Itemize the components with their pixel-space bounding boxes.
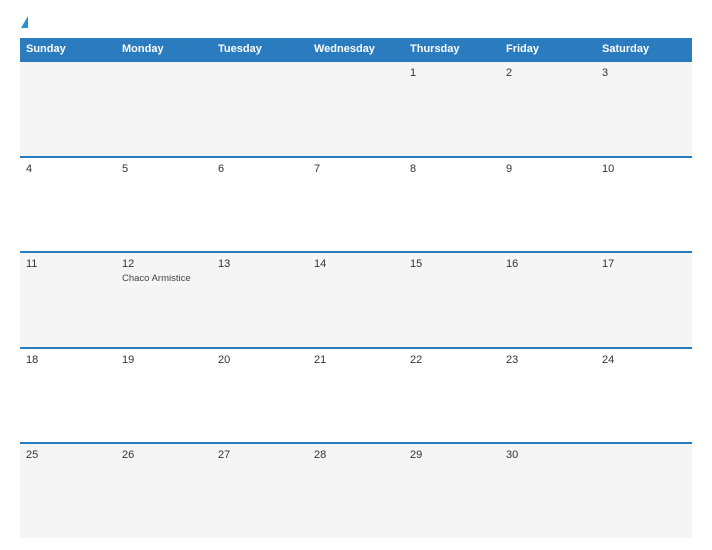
calendar-day: 30 bbox=[500, 444, 596, 538]
day-number: 20 bbox=[218, 354, 302, 366]
day-number: 13 bbox=[218, 258, 302, 270]
calendar-day: 17 bbox=[596, 253, 692, 347]
day-number: 7 bbox=[314, 163, 398, 175]
day-number: 8 bbox=[410, 163, 494, 175]
day-number: 15 bbox=[410, 258, 494, 270]
day-number: 29 bbox=[410, 449, 494, 461]
calendar-day: 7 bbox=[308, 158, 404, 252]
day-number: 2 bbox=[506, 67, 590, 79]
day-number: 14 bbox=[314, 258, 398, 270]
calendar-day: 19 bbox=[116, 349, 212, 443]
cal-header-wednesday: Wednesday bbox=[308, 38, 404, 60]
calendar-day: 2 bbox=[500, 62, 596, 156]
cal-header-tuesday: Tuesday bbox=[212, 38, 308, 60]
calendar-week-3: 11 12 Chaco Armistice 13 14 15 16 17 bbox=[20, 251, 692, 347]
calendar-day bbox=[116, 62, 212, 156]
cal-header-sunday: Sunday bbox=[20, 38, 116, 60]
calendar-day bbox=[308, 62, 404, 156]
calendar-week-4: 18 19 20 21 22 23 24 bbox=[20, 347, 692, 443]
day-number: 11 bbox=[26, 258, 110, 270]
day-number: 18 bbox=[26, 354, 110, 366]
calendar-day: 13 bbox=[212, 253, 308, 347]
calendar-day: 1 bbox=[404, 62, 500, 156]
day-number: 1 bbox=[410, 67, 494, 79]
calendar-day bbox=[212, 62, 308, 156]
day-number: 26 bbox=[122, 449, 206, 461]
calendar-day: 15 bbox=[404, 253, 500, 347]
calendar-day: 8 bbox=[404, 158, 500, 252]
day-number: 6 bbox=[218, 163, 302, 175]
calendar-day: 27 bbox=[212, 444, 308, 538]
calendar-day: 16 bbox=[500, 253, 596, 347]
day-number: 19 bbox=[122, 354, 206, 366]
calendar-day: 21 bbox=[308, 349, 404, 443]
day-number: 30 bbox=[506, 449, 590, 461]
calendar-day: 29 bbox=[404, 444, 500, 538]
header bbox=[20, 18, 692, 28]
day-number: 16 bbox=[506, 258, 590, 270]
day-number: 21 bbox=[314, 354, 398, 366]
calendar-header-row: SundayMondayTuesdayWednesdayThursdayFrid… bbox=[20, 38, 692, 60]
day-number: 17 bbox=[602, 258, 686, 270]
day-number: 24 bbox=[602, 354, 686, 366]
calendar-day: 22 bbox=[404, 349, 500, 443]
logo bbox=[20, 18, 28, 28]
day-number: 10 bbox=[602, 163, 686, 175]
calendar-day bbox=[20, 62, 116, 156]
calendar-week-2: 456789 10 bbox=[20, 156, 692, 252]
day-number: 12 bbox=[122, 258, 206, 270]
calendar-day: 25 bbox=[20, 444, 116, 538]
calendar-day: 23 bbox=[500, 349, 596, 443]
calendar-day: 6 bbox=[212, 158, 308, 252]
day-number: 25 bbox=[26, 449, 110, 461]
calendar-day: 9 bbox=[500, 158, 596, 252]
calendar-day: 4 bbox=[20, 158, 116, 252]
calendar-day bbox=[596, 444, 692, 538]
cal-header-thursday: Thursday bbox=[404, 38, 500, 60]
day-number: 9 bbox=[506, 163, 590, 175]
calendar-week-1: 123 bbox=[20, 60, 692, 156]
day-number: 27 bbox=[218, 449, 302, 461]
page: SundayMondayTuesdayWednesdayThursdayFrid… bbox=[0, 0, 712, 550]
cal-header-saturday: Saturday bbox=[596, 38, 692, 60]
cal-header-friday: Friday bbox=[500, 38, 596, 60]
calendar-day: 26 bbox=[116, 444, 212, 538]
calendar-day: 14 bbox=[308, 253, 404, 347]
event-label: Chaco Armistice bbox=[122, 273, 206, 285]
calendar-body: 123456789101112Chaco Armistice1314151617… bbox=[20, 60, 692, 538]
day-number: 4 bbox=[26, 163, 110, 175]
cal-header-monday: Monday bbox=[116, 38, 212, 60]
day-number: 28 bbox=[314, 449, 398, 461]
day-number: 22 bbox=[410, 354, 494, 366]
calendar-day: 20 bbox=[212, 349, 308, 443]
calendar-day: 28 bbox=[308, 444, 404, 538]
calendar-day: 3 bbox=[596, 62, 692, 156]
calendar-day: 18 bbox=[20, 349, 116, 443]
calendar-day: 12 Chaco Armistice bbox=[116, 253, 212, 347]
calendar-day: 24 bbox=[596, 349, 692, 443]
calendar-week-5: 25 26 27 28 29 30 bbox=[20, 442, 692, 538]
logo-triangle-icon bbox=[21, 16, 28, 28]
day-number: 3 bbox=[602, 67, 686, 79]
calendar-day: 10 bbox=[596, 158, 692, 252]
calendar-day: 11 bbox=[20, 253, 116, 347]
calendar-day: 5 bbox=[116, 158, 212, 252]
day-number: 5 bbox=[122, 163, 206, 175]
calendar: SundayMondayTuesdayWednesdayThursdayFrid… bbox=[20, 38, 692, 538]
day-number: 23 bbox=[506, 354, 590, 366]
